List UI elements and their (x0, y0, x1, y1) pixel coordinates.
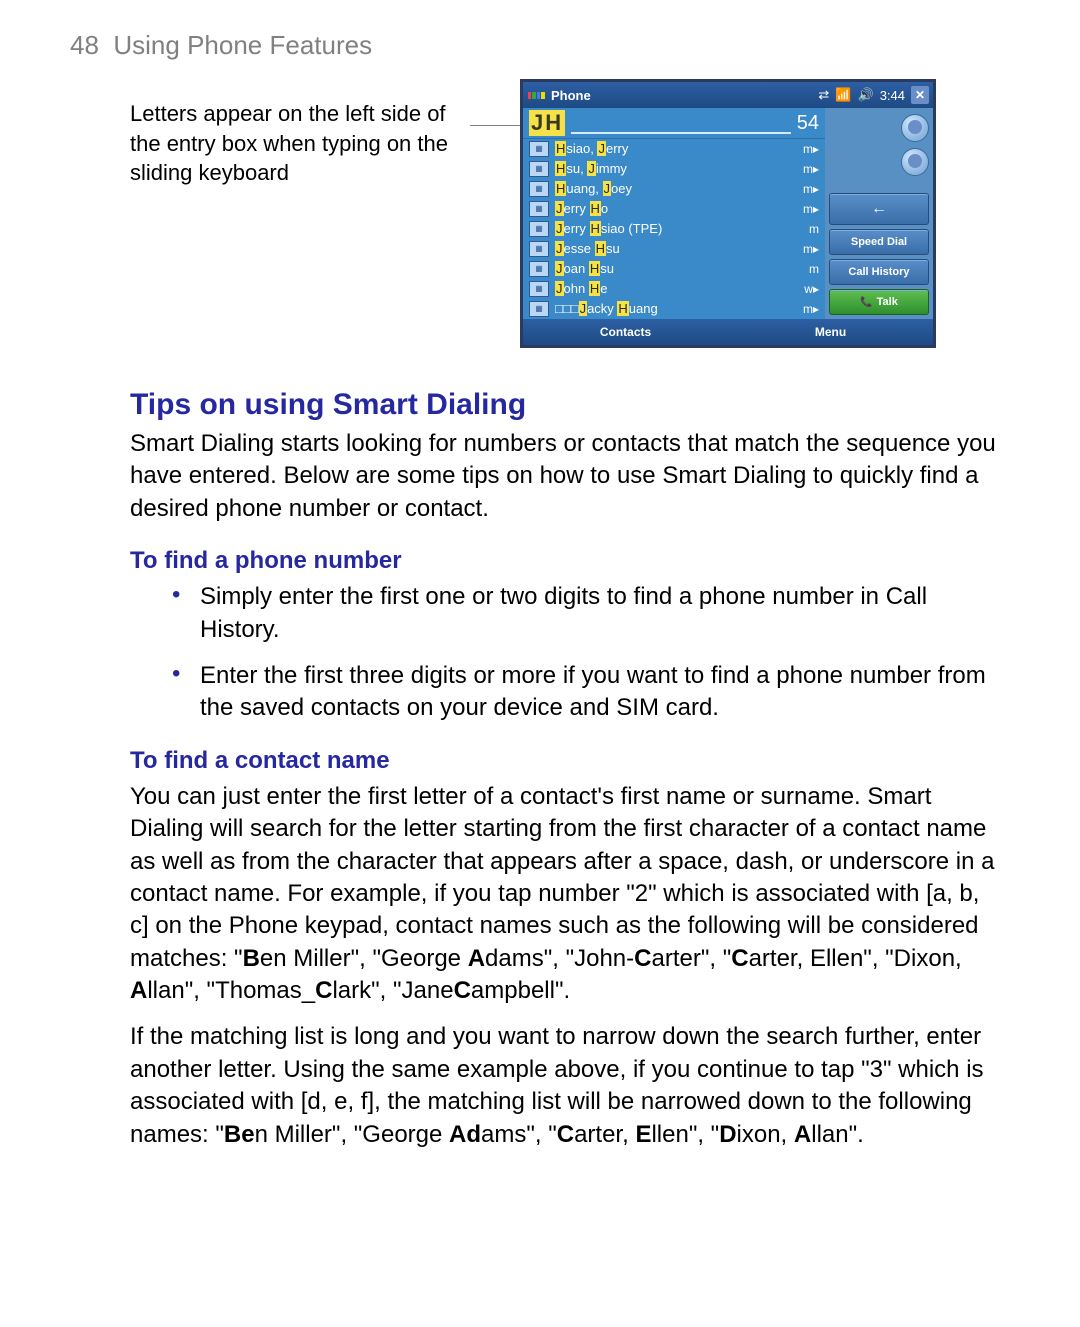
contact-card-icon: ▦ (529, 261, 549, 277)
contact-type: m▸ (803, 180, 819, 198)
contact-type: m▸ (803, 160, 819, 178)
chapter-title: Using Phone Features (113, 30, 372, 60)
contact-card-icon: ▦ (529, 301, 549, 317)
phone-screenshot: Phone ⇄ 📶 🔊 3:44 ✕ JH 54 ▦ Hsiao, Jerry m (520, 79, 936, 348)
list-item[interactable]: ▦ Joan Hsum (523, 259, 825, 279)
signal-icon: 📶 (835, 87, 851, 103)
entry-underline (571, 112, 791, 134)
titlebar: Phone ⇄ 📶 🔊 3:44 ✕ (523, 82, 933, 108)
contact-name: Jerry Hsiao (TPE) (555, 220, 805, 238)
list-item[interactable]: ▦ John Hew▸ (523, 279, 825, 299)
bullet-item: Enter the first three digits or more if … (200, 660, 1000, 725)
phone-icon (860, 296, 876, 308)
status-icons: ⇄ 📶 🔊 3:44 (818, 87, 905, 103)
contact-type: m▸ (803, 300, 819, 318)
speed-dial-button[interactable]: Speed Dial (829, 229, 929, 255)
typed-letters: JH (529, 110, 565, 136)
contact-name: Jerry Ho (555, 200, 799, 218)
subhead-find-number: To find a phone number (130, 547, 1000, 575)
results-list: ▦Hsiao, Jerrym▸▦Hsu, Jimmym▸▦Huang, Joey… (523, 139, 825, 319)
subhead-find-contact: To find a contact name (130, 747, 1000, 775)
para-find-contact-1: You can just enter the first letter of a… (130, 781, 1000, 1008)
figure-caption: Letters appear on the left side of the e… (130, 79, 470, 188)
page-header: 48 Using Phone Features (70, 30, 1010, 61)
contact-name: Jesse Hsu (555, 240, 799, 258)
contact-name: Joan Hsu (555, 260, 805, 278)
entry-box[interactable]: JH 54 (523, 108, 825, 139)
bullets-find-number: Simply enter the first one or two digits… (130, 581, 1000, 725)
contact-card-icon: ▦ (529, 181, 549, 197)
section-heading: Tips on using Smart Dialing (130, 388, 1000, 422)
contact-name: Huang, Joey (555, 180, 799, 198)
contact-name: Hsu, Jimmy (555, 160, 799, 178)
side-panel: Speed Dial Call History Talk (825, 108, 933, 319)
clock-time: 3:44 (880, 88, 905, 103)
app-title: Phone (551, 88, 818, 103)
contact-type: w▸ (804, 280, 819, 298)
list-item[interactable]: ▦ Hsu, Jimmym▸ (523, 159, 825, 179)
contact-type: m▸ (803, 200, 819, 218)
close-button[interactable]: ✕ (911, 86, 929, 104)
bullet-item: Simply enter the first one or two digits… (200, 581, 1000, 646)
contact-type: m (809, 260, 819, 278)
contact-name: John He (555, 280, 800, 298)
menubar: Contacts Menu (523, 319, 933, 345)
contact-name: □□□Jacky Huang (555, 300, 799, 318)
match-count: 54 (797, 112, 819, 135)
contact-card-icon: ▦ (529, 141, 549, 157)
list-item[interactable]: ▦ Jerry Hom▸ (523, 199, 825, 219)
softkey-contacts[interactable]: Contacts (523, 325, 728, 339)
list-item[interactable]: ▦ □□□Jacky Huangm▸ (523, 299, 825, 319)
contact-type: m▸ (803, 240, 819, 258)
contact-type: m (809, 220, 819, 238)
contact-name: Hsiao, Jerry (555, 140, 799, 158)
sync-icon: ⇄ (818, 87, 829, 103)
list-item[interactable]: ▦ Hsiao, Jerrym▸ (523, 139, 825, 159)
para-find-contact-2: If the matching list is long and you wan… (130, 1021, 1000, 1151)
volume-icon: 🔊 (858, 87, 874, 103)
contact-type: m▸ (803, 140, 819, 158)
scroll-down-button[interactable] (901, 148, 929, 176)
scroll-up-button[interactable] (901, 114, 929, 142)
list-item[interactable]: ▦ Jesse Hsum▸ (523, 239, 825, 259)
windows-flag-icon (527, 86, 545, 104)
call-history-button[interactable]: Call History (829, 259, 929, 285)
contact-card-icon: ▦ (529, 161, 549, 177)
intro-paragraph: Smart Dialing starts looking for numbers… (130, 428, 1000, 525)
talk-button[interactable]: Talk (829, 289, 929, 315)
contact-card-icon: ▦ (529, 221, 549, 237)
contact-card-icon: ▦ (529, 201, 549, 217)
back-button[interactable] (829, 193, 929, 225)
contact-card-icon: ▦ (529, 241, 549, 257)
softkey-menu[interactable]: Menu (728, 325, 933, 339)
page-number: 48 (70, 30, 99, 60)
list-item[interactable]: ▦ Huang, Joeym▸ (523, 179, 825, 199)
callout-line (470, 125, 520, 126)
list-item[interactable]: ▦ Jerry Hsiao (TPE)m (523, 219, 825, 239)
contact-card-icon: ▦ (529, 281, 549, 297)
